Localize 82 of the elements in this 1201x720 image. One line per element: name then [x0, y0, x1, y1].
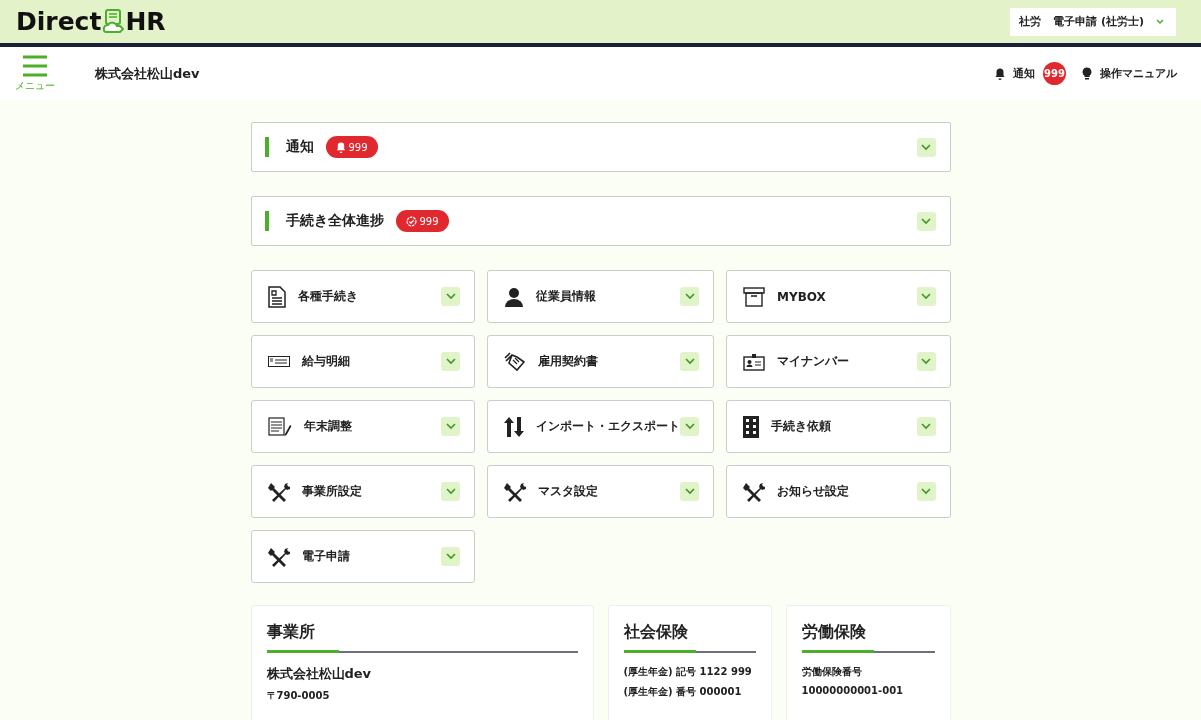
menu-tile[interactable]: 電子申請 — [250, 530, 475, 583]
menu-tile[interactable]: 各種手続き — [250, 270, 475, 323]
tile-label: 給与明細 — [301, 353, 350, 370]
id-card-icon — [743, 352, 765, 371]
logo-text: Direct — [16, 7, 102, 36]
card-title: 労働保険 — [801, 622, 867, 643]
info-text: 労働保険番号 — [801, 665, 863, 679]
accordion-panel[interactable]: 通知 999 — [250, 122, 951, 172]
tile-label: 各種手続き — [297, 288, 358, 305]
accordion-panel[interactable]: 手続き全体進捗 999 — [250, 196, 951, 246]
info-text: 10000000001-001 — [801, 685, 905, 696]
expand-chevron-icon[interactable] — [680, 482, 699, 501]
lightbulb-icon — [1082, 67, 1092, 80]
payslip-icon — [267, 355, 290, 368]
info-text: 〒790-0005 — [266, 689, 331, 703]
menu-tile[interactable]: 事業所設定 — [250, 465, 475, 518]
expand-chevron-icon[interactable] — [680, 417, 699, 436]
tools-icon — [504, 481, 526, 502]
menu-tile[interactable]: マスタ設定 — [487, 465, 714, 518]
menu-tile[interactable]: 雇用契約書 — [487, 335, 714, 388]
tile-label: 電子申請 — [301, 548, 350, 565]
expand-chevron-icon[interactable] — [916, 352, 936, 371]
count-badge: 999 — [325, 136, 378, 158]
form-pen-icon — [267, 416, 292, 437]
notification-link[interactable]: 通知 — [995, 66, 1035, 81]
document-cloud-icon — [102, 8, 125, 35]
expand-chevron-icon[interactable] — [441, 482, 460, 501]
tile-label: 事業所設定 — [301, 483, 362, 500]
menu-tile[interactable]: 年末調整 — [250, 400, 475, 453]
tile-label: マスタ設定 — [538, 483, 598, 500]
box-icon — [743, 286, 765, 307]
panel-title: 通知 — [285, 138, 314, 156]
person-icon — [504, 286, 524, 307]
expand-chevron-icon[interactable] — [916, 417, 936, 436]
expand-chevron-icon[interactable] — [916, 482, 936, 501]
tile-label: インポート・エクスポート — [536, 418, 680, 435]
building-icon — [743, 415, 759, 438]
up-down-arrows-icon — [504, 416, 524, 437]
notification-count: 999 — [1043, 62, 1066, 85]
tools-icon — [267, 546, 290, 567]
expand-chevron-icon[interactable] — [680, 352, 699, 371]
tile-label: 手続き依頼 — [771, 418, 831, 435]
menu-tile[interactable]: お知らせ設定 — [726, 465, 951, 518]
tile-label: 従業員情報 — [536, 288, 596, 305]
document-icon — [267, 285, 286, 308]
expand-chevron-icon[interactable] — [916, 211, 936, 231]
office-name: 株式会社松山dev — [266, 665, 373, 683]
check-circle-icon — [405, 215, 417, 227]
tile-label: お知らせ設定 — [777, 483, 849, 500]
chevron-down-icon — [1156, 18, 1164, 25]
tile-label: 雇用契約書 — [538, 353, 598, 370]
expand-chevron-icon[interactable] — [441, 352, 460, 371]
bell-icon — [335, 141, 346, 153]
manual-link[interactable]: 操作マニュアル — [1082, 66, 1177, 81]
expand-chevron-icon[interactable] — [916, 137, 936, 157]
tile-label: マイナンバー — [777, 353, 849, 370]
menu-tile[interactable]: インポート・エクスポート — [487, 400, 714, 453]
tile-label: MYBOX — [777, 289, 826, 304]
expand-chevron-icon[interactable] — [441, 287, 460, 306]
role-select[interactable]: 社労 電子申請 (社労士) — [1010, 7, 1176, 36]
logo-text: HR — [125, 7, 166, 36]
expand-chevron-icon[interactable] — [441, 547, 460, 566]
info-text: (厚生年金) 記号 1122 999 — [623, 665, 753, 679]
expand-chevron-icon[interactable] — [441, 417, 460, 436]
company-name: 株式会社松山dev — [95, 64, 200, 83]
bell-icon — [995, 67, 1005, 80]
tools-icon — [743, 481, 765, 502]
menu-tile[interactable]: MYBOX — [726, 270, 951, 323]
menu-tile[interactable]: マイナンバー — [726, 335, 951, 388]
info-text: (厚生年金) 番号 000001 — [623, 685, 743, 699]
tools-icon — [267, 481, 290, 502]
menu-tile[interactable]: 従業員情報 — [487, 270, 714, 323]
tile-label: 年末調整 — [303, 418, 352, 435]
expand-chevron-icon[interactable] — [916, 287, 936, 306]
menu-tile[interactable]: 給与明細 — [250, 335, 475, 388]
count-badge: 999 — [395, 210, 449, 232]
panel-title: 手続き全体進捗 — [285, 212, 384, 230]
menu-icon — [23, 54, 47, 77]
menu-tile[interactable]: 手続き依頼 — [726, 400, 951, 453]
card-title: 事業所 — [266, 622, 316, 643]
expand-chevron-icon[interactable] — [680, 287, 699, 306]
card-title: 社会保険 — [623, 622, 689, 643]
